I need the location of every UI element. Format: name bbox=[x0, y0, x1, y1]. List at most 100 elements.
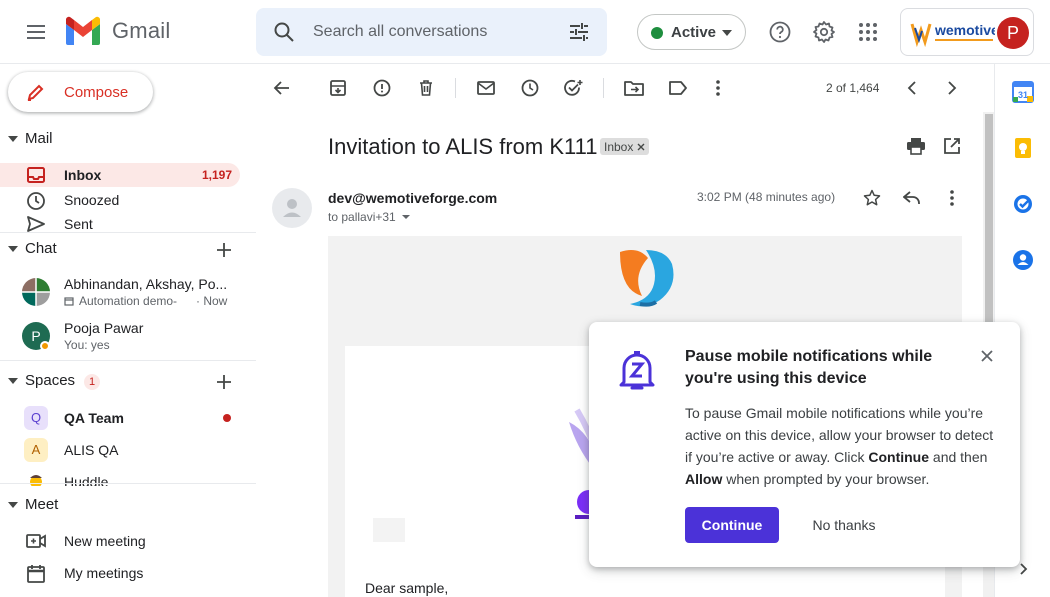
popup-body-bold-2: Allow bbox=[685, 471, 723, 487]
avatar[interactable]: P bbox=[997, 17, 1029, 49]
group-avatar bbox=[22, 278, 50, 306]
recipients[interactable]: to pallavi+31 bbox=[328, 210, 412, 224]
settings-button[interactable] bbox=[804, 12, 844, 52]
print-button[interactable] bbox=[902, 134, 930, 158]
hamburger-icon bbox=[27, 25, 45, 39]
email-timestamp: 3:02 PM (48 minutes ago) bbox=[697, 190, 836, 204]
meet-section-header[interactable]: Meet bbox=[0, 494, 256, 518]
chat-name: Abhinandan, Akshay, Po... bbox=[64, 276, 228, 292]
tasks-app-icon[interactable] bbox=[1012, 193, 1034, 215]
account-switcher[interactable]: wemotive P bbox=[900, 8, 1034, 56]
archive-button[interactable] bbox=[324, 76, 352, 100]
message-more-button[interactable] bbox=[938, 186, 966, 210]
sidebar-item-inbox[interactable]: Inbox 1,197 bbox=[0, 163, 240, 187]
close-icon[interactable] bbox=[637, 143, 645, 151]
popup-body-text-2: and then bbox=[929, 449, 988, 465]
chevron-right-icon bbox=[948, 81, 957, 95]
search-icon[interactable] bbox=[272, 20, 296, 44]
mail-section-header[interactable]: Mail bbox=[0, 128, 256, 152]
sender-address[interactable]: dev@wemotiveforge.com bbox=[328, 190, 497, 206]
calendar-icon bbox=[27, 565, 45, 583]
mail-section-title: Mail bbox=[25, 130, 53, 147]
open-new-window-button[interactable] bbox=[938, 134, 966, 158]
spaces-section-title: Spaces bbox=[25, 372, 76, 389]
toolbar-divider bbox=[455, 78, 456, 98]
sidebar-item-label: Inbox bbox=[64, 167, 102, 183]
popup-close-button[interactable] bbox=[975, 344, 999, 368]
meet-item-new-meeting[interactable]: New meeting bbox=[0, 529, 240, 553]
chat-section-title: Chat bbox=[25, 240, 57, 257]
divider bbox=[0, 232, 256, 233]
space-item-alis-qa[interactable]: A ALIS QA bbox=[0, 436, 256, 464]
delete-button[interactable] bbox=[412, 76, 440, 100]
spaces-section-header[interactable]: Spaces 1 bbox=[0, 370, 256, 394]
sidebar-item-sent[interactable]: Sent bbox=[0, 212, 240, 232]
snooze-button[interactable] bbox=[516, 76, 544, 100]
space-label: ALIS QA bbox=[64, 442, 119, 458]
labels-button[interactable] bbox=[664, 76, 692, 100]
search-input[interactable]: Search all conversations bbox=[313, 23, 487, 41]
meet-section-title: Meet bbox=[25, 496, 59, 513]
gear-icon bbox=[813, 21, 835, 43]
search-options-icon[interactable] bbox=[567, 20, 591, 44]
sender-avatar[interactable] bbox=[272, 188, 312, 228]
chevron-right-icon[interactable] bbox=[1018, 563, 1028, 575]
popup-body: To pause Gmail mobile notifications whil… bbox=[685, 402, 995, 490]
search-bar[interactable]: Search all conversations bbox=[256, 8, 607, 56]
new-chat-plus-icon[interactable] bbox=[212, 238, 236, 262]
no-thanks-button[interactable]: No thanks bbox=[795, 507, 893, 543]
pagination-text: 2 of 1,464 bbox=[826, 81, 880, 95]
chat-name: Pooja Pawar bbox=[64, 320, 144, 336]
chat-time: · Now bbox=[196, 294, 228, 308]
main-menu-button[interactable] bbox=[16, 12, 56, 52]
email-greeting: Dear sample, bbox=[365, 580, 449, 596]
status-dropdown[interactable]: Active bbox=[637, 14, 746, 50]
trash-icon bbox=[420, 80, 432, 96]
sidebar-item-label: Sent bbox=[64, 216, 93, 232]
space-item-qa-team[interactable]: Q QA Team bbox=[0, 404, 256, 432]
meet-item-label: New meeting bbox=[64, 533, 146, 549]
compose-label: Compose bbox=[64, 84, 129, 101]
notifications-paused-icon bbox=[619, 351, 655, 390]
continue-button[interactable]: Continue bbox=[685, 507, 779, 543]
keep-app-icon[interactable] bbox=[1012, 137, 1034, 159]
chat-section-header[interactable]: Chat bbox=[0, 238, 256, 262]
meet-item-my-meetings[interactable]: My meetings bbox=[0, 561, 240, 585]
newer-button[interactable] bbox=[898, 76, 926, 100]
default-person-icon bbox=[283, 199, 301, 217]
inbox-label-chip[interactable]: Inbox bbox=[600, 138, 650, 155]
divider bbox=[0, 360, 256, 361]
add-task-icon bbox=[564, 79, 583, 96]
chat-item-pooja[interactable]: P Pooja Pawar You: yes bbox=[0, 320, 256, 360]
scrollbar-thumb[interactable] bbox=[985, 114, 993, 322]
star-button[interactable] bbox=[858, 186, 886, 210]
calendar-app-icon[interactable]: 31 bbox=[1012, 81, 1034, 103]
help-button[interactable] bbox=[760, 12, 800, 52]
spaces-unread-badge: 1 bbox=[84, 374, 100, 390]
help-icon bbox=[769, 21, 791, 43]
mail-icon bbox=[477, 81, 495, 95]
report-spam-button[interactable] bbox=[368, 76, 396, 100]
add-to-tasks-button[interactable] bbox=[560, 76, 588, 100]
compose-button[interactable]: Compose bbox=[8, 72, 153, 112]
chevron-down-icon[interactable] bbox=[400, 212, 412, 222]
caret-down-icon bbox=[8, 136, 18, 142]
contacts-app-icon[interactable] bbox=[1012, 249, 1034, 271]
more-options-button[interactable] bbox=[704, 76, 732, 100]
older-button[interactable] bbox=[938, 76, 966, 100]
sidebar-item-snoozed[interactable]: Snoozed bbox=[0, 188, 240, 212]
back-button[interactable] bbox=[268, 76, 296, 100]
folder-move-icon bbox=[624, 81, 644, 96]
label-icon bbox=[669, 81, 687, 95]
reply-button[interactable] bbox=[898, 186, 926, 210]
popup-title: Pause mobile notifications while you're … bbox=[685, 348, 933, 387]
apps-button[interactable] bbox=[848, 12, 888, 52]
chat-item-group[interactable]: Abhinandan, Akshay, Po... Automation dem… bbox=[0, 276, 256, 316]
mark-unread-button[interactable] bbox=[472, 76, 500, 100]
gmail-logo[interactable]: Gmail bbox=[64, 16, 170, 46]
move-to-button[interactable] bbox=[620, 76, 648, 100]
active-status-dot bbox=[651, 27, 663, 39]
sidebar: Compose Mail Inbox 1,197 Snoozed Sent Ch… bbox=[0, 64, 256, 597]
unread-dot bbox=[223, 414, 231, 422]
new-space-plus-icon[interactable] bbox=[212, 370, 236, 394]
